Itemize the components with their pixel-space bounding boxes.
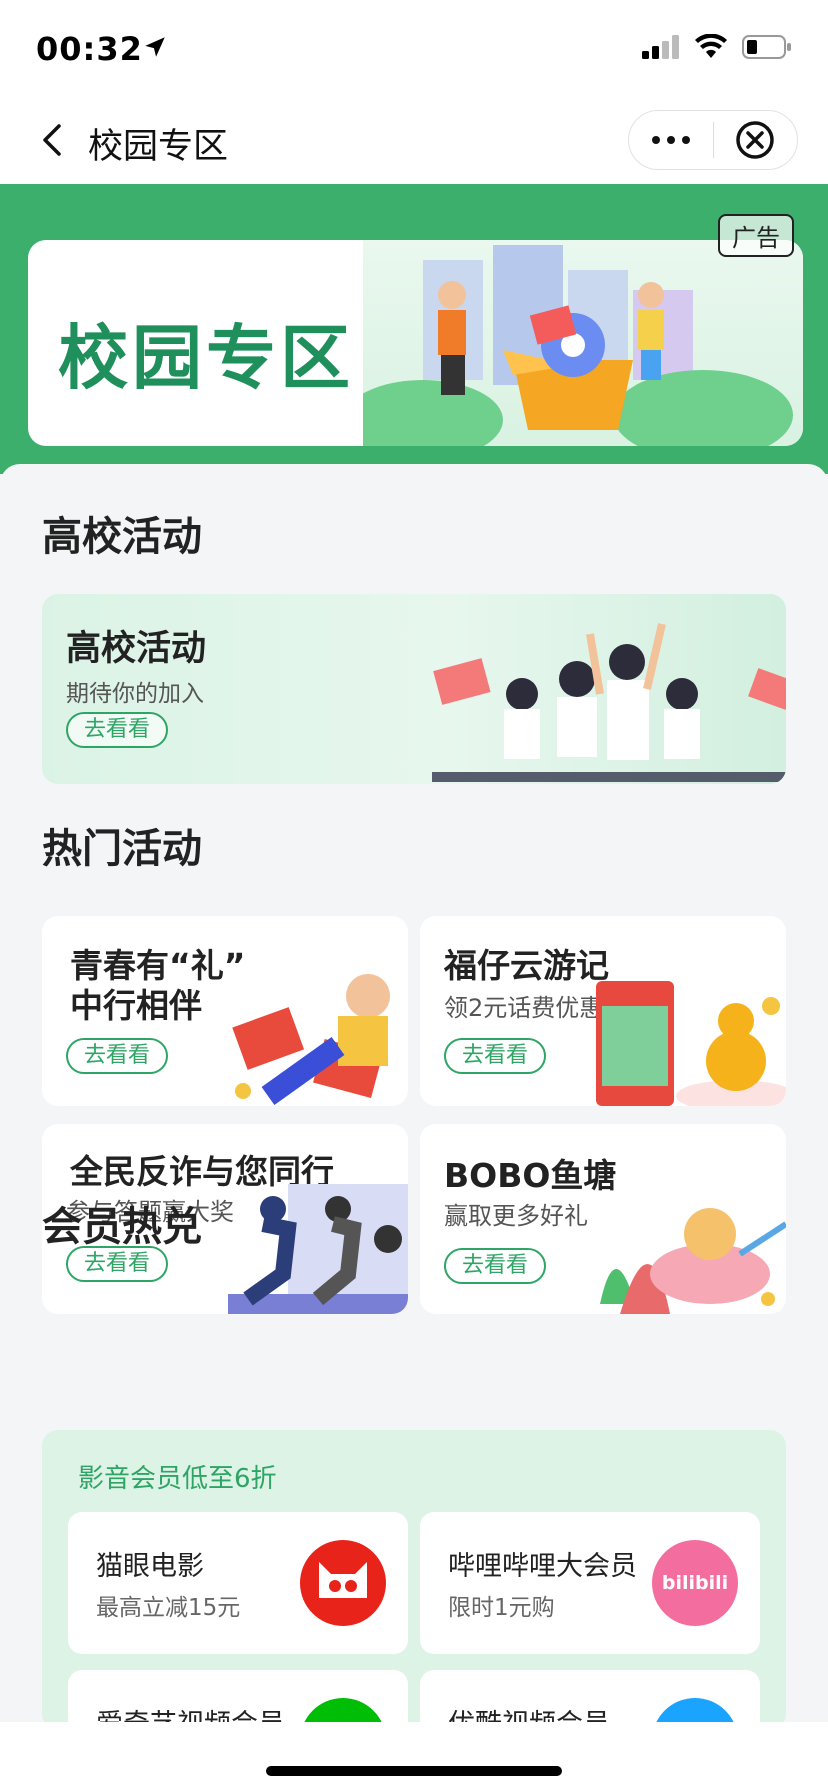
member-exchange-box: 影音会员低至6折 猫眼电影 最高立减15元 哔哩哔哩大会员 限时1元购 bili…	[42, 1430, 786, 1792]
hero-title: 校园专区	[58, 317, 354, 399]
activity-card-bobo[interactable]: BOBO鱼塘 赢取更多好礼 去看看	[420, 1124, 786, 1314]
ad-badge: 广告	[718, 214, 794, 257]
activity-title-line: 中行相伴	[70, 986, 202, 1025]
activity-view-button[interactable]: 去看看	[66, 1038, 169, 1074]
students-illustration	[432, 623, 786, 782]
campus-card-subtitle: 期待你的加入	[66, 681, 204, 707]
bilibili-logo-icon: bilibili	[652, 1540, 738, 1626]
activity-title: 青春有“礼” 中行相伴	[70, 946, 245, 1026]
youth-illustration	[232, 974, 390, 1105]
activity-view-button[interactable]: 去看看	[444, 1248, 547, 1284]
campus-card-title: 高校活动	[66, 629, 207, 669]
activity-title: 福仔云游记	[444, 946, 609, 985]
close-button[interactable]	[714, 111, 798, 169]
status-time: 00:32	[36, 30, 143, 68]
member-name: 哔哩哔哩大会员	[448, 1551, 637, 1582]
fuzai-illustration	[596, 981, 786, 1106]
activity-title: BOBO鱼塘	[444, 1156, 617, 1195]
dot-icon	[651, 136, 660, 144]
campus-view-button[interactable]: 去看看	[66, 712, 169, 748]
page-title: 校园专区	[88, 127, 229, 167]
back-button[interactable]	[30, 118, 74, 162]
campus-activity-card[interactable]: 高校活动 期待你的加入 去看看	[42, 594, 786, 784]
maoyan-logo-icon	[300, 1540, 386, 1626]
hero-banner: 校园专区 广告	[0, 184, 828, 474]
member-name: 猫眼电影	[96, 1551, 204, 1582]
content-panel: 高校活动 高校活动 期待你的加入 去看看 热门活动 青春有“礼” 中行相伴 去看…	[0, 464, 828, 1792]
dot-icon	[681, 136, 690, 144]
member-card-bilibili[interactable]: 哔哩哔哩大会员 限时1元购 bilibili	[420, 1512, 760, 1654]
activity-view-button[interactable]: 去看看	[444, 1038, 547, 1074]
signal-icon	[642, 35, 679, 59]
section-title-hot: 热门活动	[42, 826, 202, 872]
hero-card[interactable]: 校园专区	[28, 240, 803, 446]
nav-bar: 校园专区	[0, 96, 828, 186]
bobo-illustration	[600, 1208, 786, 1314]
home-indicator-area	[0, 1722, 828, 1792]
member-header: 影音会员低至6折	[78, 1464, 277, 1494]
home-indicator[interactable]	[266, 1766, 562, 1776]
section-title-member: 会员热兑	[42, 1204, 202, 1250]
activity-card-youth[interactable]: 青春有“礼” 中行相伴 去看看	[42, 916, 408, 1106]
member-sub: 最高立减15元	[96, 1595, 241, 1621]
more-button[interactable]	[629, 111, 713, 169]
dot-icon	[666, 136, 675, 144]
activity-card-fuzai[interactable]: 福仔云游记 领2元话费优惠 去看看	[420, 916, 786, 1106]
section-title-campus: 高校活动	[42, 514, 202, 560]
status-indicators	[642, 34, 792, 60]
antifraud-illustration	[228, 1184, 408, 1314]
mini-program-capsule	[628, 110, 798, 170]
chevron-left-icon	[43, 124, 61, 156]
member-card-maoyan[interactable]: 猫眼电影 最高立减15元	[68, 1512, 408, 1654]
battery-icon	[742, 35, 791, 59]
activity-title-line: 青春有“礼”	[70, 946, 246, 985]
location-arrow-icon	[142, 34, 168, 64]
activity-subtitle: 领2元话费优惠	[444, 994, 604, 1022]
member-sub: 限时1元购	[448, 1595, 555, 1621]
activity-subtitle: 赢取更多好礼	[444, 1202, 588, 1230]
status-bar: 00:32	[0, 0, 828, 96]
campus-illustration	[343, 240, 803, 446]
close-circle-icon	[736, 121, 774, 159]
wifi-icon	[695, 34, 727, 58]
